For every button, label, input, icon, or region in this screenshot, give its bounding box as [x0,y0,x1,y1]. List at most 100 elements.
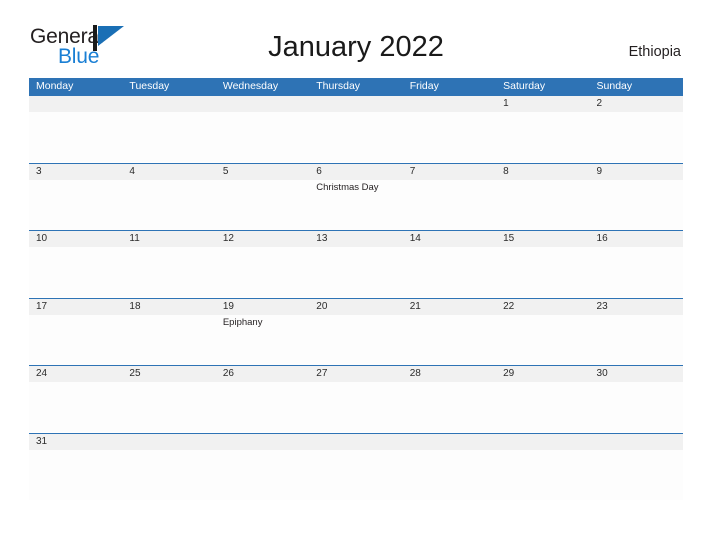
day-cell[interactable]: 31 [29,434,122,450]
event-cell[interactable] [29,247,122,297]
event-cell[interactable] [309,112,402,162]
event-cell[interactable] [590,247,683,297]
event-cell[interactable] [590,382,683,432]
event-cell[interactable] [216,247,309,297]
event-cell[interactable] [496,112,589,162]
day-cell[interactable]: 29 [496,366,589,382]
day-cell[interactable] [216,434,309,450]
day-number: 18 [129,300,141,312]
day-cell[interactable]: 5 [216,164,309,180]
day-cell[interactable] [122,434,215,450]
day-cell[interactable]: 26 [216,366,309,382]
day-cell[interactable]: 9 [590,164,683,180]
event-cell[interactable] [216,180,309,230]
day-cell[interactable] [309,96,402,112]
event-cell[interactable] [122,382,215,432]
event-cell[interactable] [403,180,496,230]
event-cell[interactable] [403,112,496,162]
event-cell[interactable] [496,382,589,432]
event-cell[interactable]: Christmas Day [309,180,402,230]
day-cell[interactable]: 14 [403,231,496,247]
event-cell[interactable] [29,315,122,365]
event-cell[interactable] [496,315,589,365]
event-cell[interactable] [590,450,683,500]
day-cell[interactable]: 25 [122,366,215,382]
day-number: 6 [316,165,322,177]
day-cell[interactable]: 10 [29,231,122,247]
event-band [29,449,683,500]
day-number: 22 [503,300,515,312]
day-cell[interactable] [216,96,309,112]
day-cell[interactable]: 12 [216,231,309,247]
day-cell[interactable] [590,434,683,450]
event-cell[interactable] [403,450,496,500]
event-cell[interactable] [590,180,683,230]
day-cell[interactable]: 27 [309,366,402,382]
event-cell[interactable] [403,247,496,297]
day-cell[interactable]: 7 [403,164,496,180]
day-cell[interactable] [122,96,215,112]
day-cell[interactable]: 4 [122,164,215,180]
event-cell[interactable] [29,382,122,432]
event-cell[interactable] [309,315,402,365]
day-cell[interactable]: 24 [29,366,122,382]
event-cell[interactable] [590,315,683,365]
day-cell[interactable]: 6 [309,164,402,180]
day-cell[interactable]: 22 [496,299,589,315]
event-cell[interactable] [122,180,215,230]
day-number: 4 [129,165,135,177]
day-cell[interactable]: 18 [122,299,215,315]
event-cell[interactable] [309,450,402,500]
day-number: 25 [129,368,141,379]
day-cell[interactable]: 3 [29,164,122,180]
day-cell[interactable] [496,434,589,450]
event-cell[interactable] [122,315,215,365]
event-cell[interactable] [496,180,589,230]
event-cell[interactable] [29,180,122,230]
day-cell[interactable]: 21 [403,299,496,315]
day-cell[interactable]: 30 [590,366,683,382]
day-cell[interactable] [309,434,402,450]
event-cell[interactable] [29,450,122,500]
event-cell[interactable] [216,450,309,500]
event-cell[interactable] [403,382,496,432]
day-number: 29 [503,368,515,379]
event-cell[interactable] [216,112,309,162]
day-number: 31 [36,435,48,447]
event-cell[interactable] [309,247,402,297]
day-number: 26 [222,368,234,379]
day-cell[interactable]: 13 [309,231,402,247]
event-cell[interactable] [590,112,683,162]
country-label: Ethiopia [628,44,681,60]
day-cell[interactable]: 19 [216,299,309,315]
day-number: 13 [316,233,328,244]
event-cell[interactable] [403,315,496,365]
event-cell[interactable] [122,247,215,297]
day-cell[interactable]: 11 [122,231,215,247]
day-cell[interactable] [403,434,496,450]
event-cell[interactable] [29,112,122,162]
day-number: 19 [222,300,234,312]
day-cell[interactable]: 23 [590,299,683,315]
event-cell[interactable] [496,247,589,297]
event-cell[interactable] [216,382,309,432]
event-cell[interactable] [309,382,402,432]
event-cell[interactable] [122,450,215,500]
day-cell[interactable] [403,96,496,112]
day-cell[interactable]: 16 [590,231,683,247]
day-cell[interactable]: 28 [403,366,496,382]
day-number: 11 [129,233,140,244]
day-cell[interactable]: 8 [496,164,589,180]
day-cell[interactable]: 2 [590,96,683,112]
event-cell[interactable]: Epiphany [216,315,309,365]
day-number: 14 [409,233,421,244]
event-cell[interactable] [496,450,589,500]
day-cell[interactable] [29,96,122,112]
event-label: Christmas Day [316,181,379,193]
event-cell[interactable] [122,112,215,162]
day-number: 3 [36,165,42,177]
day-cell[interactable]: 1 [496,96,589,112]
day-cell[interactable]: 20 [309,299,402,315]
day-cell[interactable]: 17 [29,299,122,315]
day-cell[interactable]: 15 [496,231,589,247]
